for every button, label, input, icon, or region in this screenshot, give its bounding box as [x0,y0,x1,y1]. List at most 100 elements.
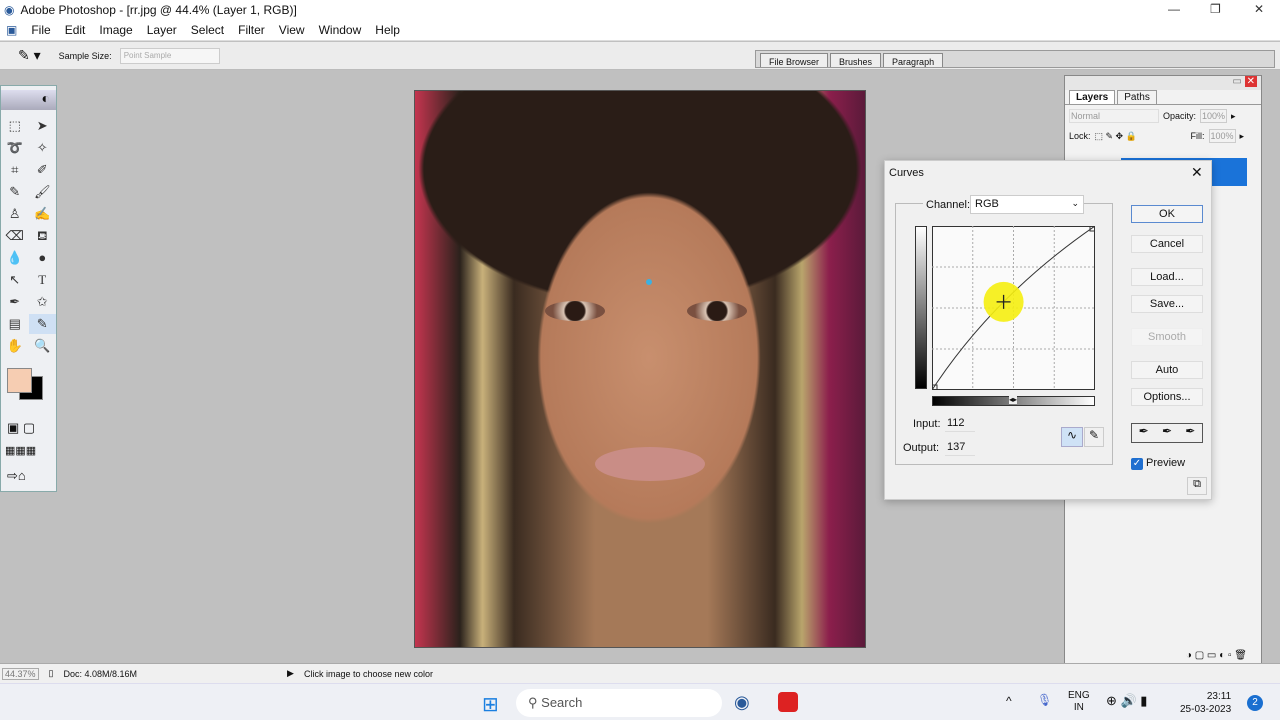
blend-mode-select[interactable]: Normal [1069,109,1159,123]
input-field[interactable]: 112 [945,416,975,432]
opacity-label: Opacity: [1163,111,1197,121]
foreground-color-swatch[interactable] [7,368,32,393]
menu-filter[interactable]: Filter [238,23,265,37]
paint-bucket-tool-icon[interactable]: ⛾ [29,226,57,246]
minimize-button[interactable]: — [1168,2,1180,16]
ok-button[interactable]: OK [1131,205,1203,223]
microphone-icon[interactable]: 🎙 [1037,693,1052,707]
preview-checkbox[interactable]: ✓ [1131,458,1143,470]
history-brush-tool-icon[interactable]: ✍ [29,204,57,224]
quick-mask-icons[interactable]: ▣ ▢ [7,420,35,436]
fill-arrow-icon[interactable]: ▸ [1240,131,1245,142]
close-icon[interactable]: ✕ [1191,164,1203,181]
expand-dialog-icon[interactable]: ⧉ [1187,477,1207,495]
menu-select[interactable]: Select [191,23,224,37]
adobe-online-icon[interactable]: ◐ [1,90,56,110]
tab-brushes[interactable]: Brushes [830,53,882,67]
zoom-field[interactable]: 44.37% [2,667,39,680]
custom-shape-tool-icon[interactable]: ✩ [29,292,57,312]
channel-select[interactable]: RGB ⌄ [970,195,1084,214]
magic-wand-tool-icon[interactable]: ✧ [29,138,57,158]
curve-tool-icon[interactable]: ∿ [1061,427,1083,447]
curve-graph[interactable] [932,226,1095,390]
palette-bottom-icons[interactable]: ◑ ▢ ▭ ◐ ▫ 🗑 [1065,650,1261,664]
tab-paths[interactable]: Paths [1117,90,1157,104]
move-tool-icon[interactable]: ➤ [29,116,57,136]
tab-layers[interactable]: Layers [1069,90,1116,104]
options-button[interactable]: Options... [1131,388,1203,406]
chevron-up-icon[interactable]: ^ [1006,694,1012,708]
tab-file-browser[interactable]: File Browser [760,53,829,67]
eraser-tool-icon[interactable]: ⌫ [1,226,29,246]
eyedropper-tool-icon[interactable]: ✎ [28,314,56,334]
white-eyedropper-icon[interactable]: ✒ [1185,424,1195,442]
menu-layer[interactable]: Layer [147,23,177,37]
menu-file[interactable]: File [31,23,50,37]
preview-label: Preview [1146,457,1186,469]
cancel-button[interactable]: Cancel [1131,235,1203,253]
fill-field[interactable]: 100% [1208,129,1236,143]
jump-to-imageready-icon[interactable]: ⇨⌂ [7,468,26,484]
input-label: Input: [913,418,941,430]
pencil-tool-icon[interactable]: ✎ [1084,427,1104,447]
tab-paragraph[interactable]: Paragraph [883,53,944,67]
marquee-tool-icon[interactable]: ⬚ [1,116,29,136]
blur-tool-icon[interactable]: 💧 [1,248,29,268]
notification-badge[interactable]: 2 [1247,695,1263,711]
eyedropper-tool-preset-icon[interactable]: ✎ ▾ [18,47,41,64]
network-volume-battery-icons[interactable]: ⊕ 🔊 ▮ [1106,693,1147,709]
gradient-toggle-icon[interactable]: ◂▸ [1009,395,1018,404]
hand-tool-icon[interactable]: ✋ [1,336,29,356]
dodge-tool-icon[interactable]: ● [29,248,57,268]
healing-brush-tool-icon[interactable]: ✎ [1,182,29,202]
lasso-tool-icon[interactable]: ➰ [1,138,29,158]
menu-window[interactable]: Window [319,23,362,37]
status-hint: Click image to choose new color [303,668,434,679]
menu-view[interactable]: View [279,23,305,37]
status-arrow-icon[interactable]: ▶ [287,668,294,679]
menu-help[interactable]: Help [375,23,400,37]
clock[interactable]: 23:11 25-03-2023 [1180,690,1231,716]
gray-eyedropper-icon[interactable]: ✒ [1162,424,1172,442]
palette-window-controls[interactable]: ▭ ✕ [1065,76,1261,90]
load-button[interactable]: Load... [1131,268,1203,286]
document-icon[interactable]: ▣ [6,23,17,37]
language-indicator[interactable]: ENG IN [1068,690,1090,714]
windows-start-icon[interactable]: ⊞ [482,692,499,717]
save-button[interactable]: Save... [1131,295,1203,313]
type-tool-icon[interactable]: T [29,270,57,290]
curves-dialog: Curves ✕ Channel: RGB ⌄ ◂▸ Input: 112 Out… [884,160,1212,500]
opacity-field[interactable]: 100% [1200,109,1228,123]
notes-tool-icon[interactable]: ▤ [1,314,29,334]
image-canvas[interactable] [414,90,866,648]
toolbox: ◐ ⬚ ➤ ➰ ✧ ⌗ ✐ ✎ 🖌 ♙ ✍ ⌫ ⛾ 💧 ● ↖ T ✒ ✩ ▤ ✎ ✋ 🔍 ▣ ▢ ▦… [0,85,57,492]
brush-tool-icon[interactable]: 🖌 [29,182,57,202]
path-selection-tool-icon[interactable]: ↖ [1,270,29,290]
sample-size-select[interactable]: Point Sample [119,47,220,64]
pen-tool-icon[interactable]: ✒ [1,292,29,312]
output-field[interactable]: 137 [945,440,975,456]
menu-image[interactable]: Image [99,23,132,37]
doc-info-icon[interactable]: ▯ [49,668,54,679]
clone-stamp-tool-icon[interactable]: ♙ [1,204,29,224]
photoshop-taskbar-icon[interactable]: ◉ [734,692,750,713]
menu-bar: ▣ File Edit Image Layer Select Filter Vi… [0,20,1280,41]
close-button[interactable]: ✕ [1254,2,1264,16]
maximize-button[interactable]: ❐ [1210,2,1221,16]
auto-button[interactable]: Auto [1131,361,1203,379]
smooth-button[interactable]: Smooth [1131,328,1203,346]
black-eyedropper-icon[interactable]: ✒ [1139,424,1149,442]
screen-mode-icons[interactable]: ▦▦▦ [5,444,36,457]
zoom-tool-icon[interactable]: 🔍 [29,336,57,356]
crop-tool-icon[interactable]: ⌗ [1,160,29,180]
dialog-title: Curves [889,167,924,179]
window-title: Adobe Photoshop - [rr.jpg @ 44.4% (Layer… [20,3,297,17]
slice-tool-icon[interactable]: ✐ [29,160,57,180]
opacity-arrow-icon[interactable]: ▸ [1231,111,1236,122]
menu-edit[interactable]: Edit [65,23,86,37]
search-icon: ⚲ [528,695,538,710]
taskbar-search[interactable]: ⚲ Search [516,689,722,717]
input-gradient-bar[interactable]: ◂▸ [932,395,1095,406]
lock-icons[interactable]: ⬚ ✎ ✥ 🔒 [1095,131,1187,142]
recorder-taskbar-icon[interactable] [778,692,798,712]
